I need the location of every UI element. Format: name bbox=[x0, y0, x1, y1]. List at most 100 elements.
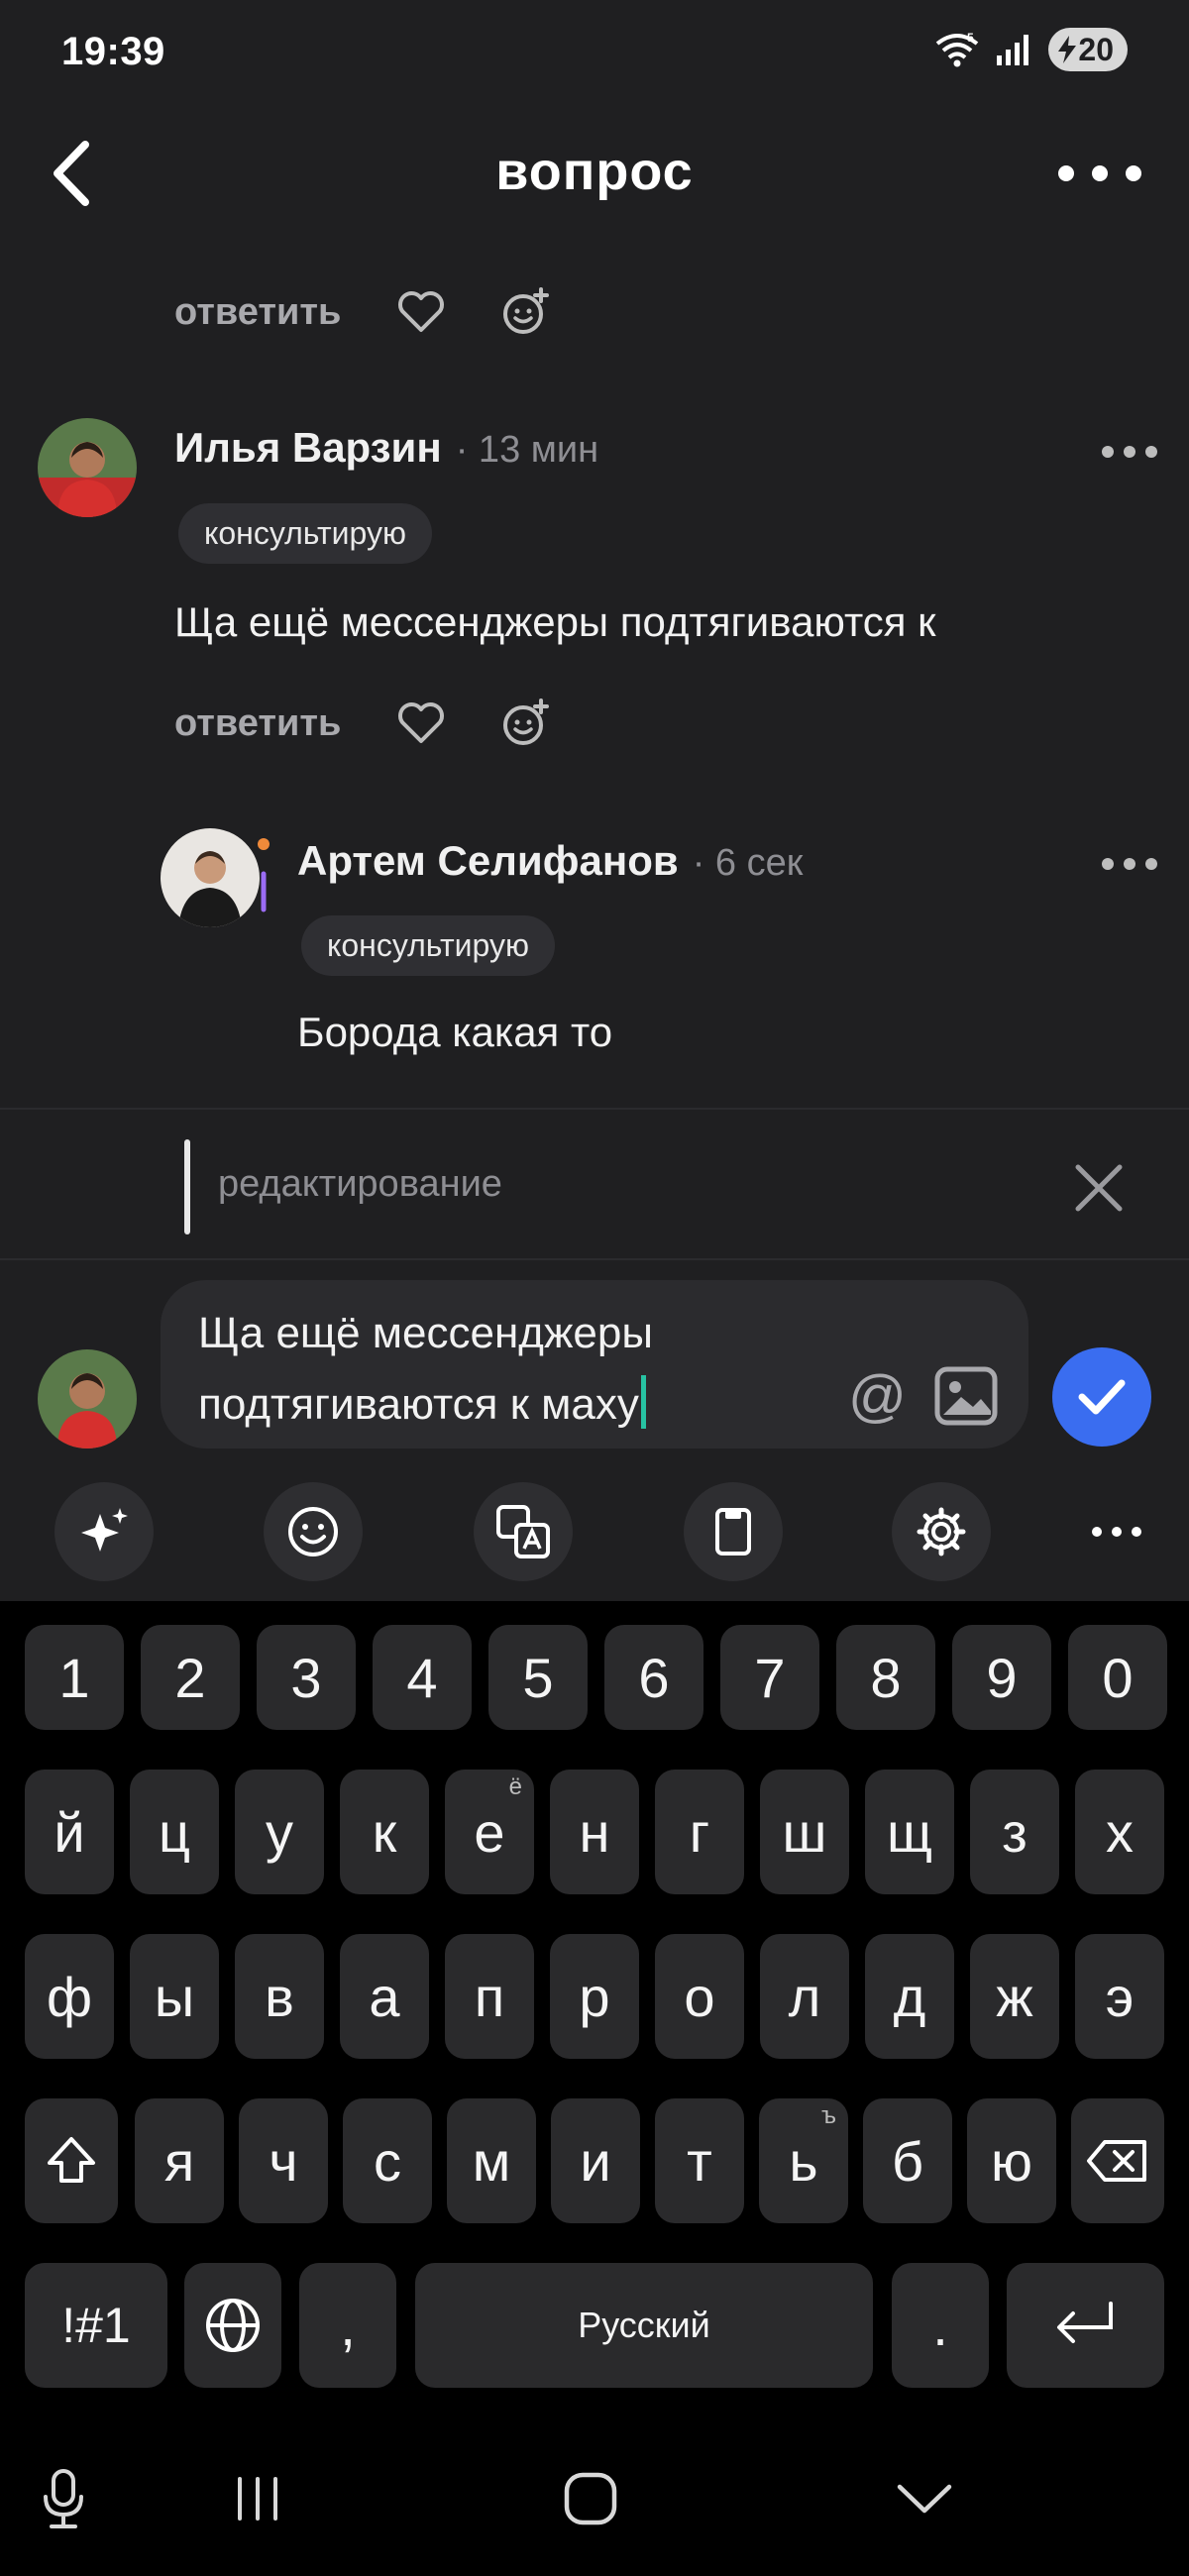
key-с[interactable]: с bbox=[343, 2098, 432, 2223]
language-key[interactable] bbox=[184, 2263, 281, 2388]
key-в[interactable]: в bbox=[235, 1934, 324, 2059]
reply-link[interactable]: ответить bbox=[174, 702, 341, 745]
username[interactable]: Илья Варзин bbox=[174, 424, 442, 472]
ai-sparkle-button[interactable] bbox=[54, 1482, 154, 1581]
key-ы[interactable]: ы bbox=[130, 1934, 219, 2059]
clipboard-button[interactable] bbox=[684, 1482, 783, 1581]
key-г[interactable]: г bbox=[655, 1770, 744, 1894]
key-х[interactable]: х bbox=[1075, 1770, 1164, 1894]
key-ч[interactable]: ч bbox=[239, 2098, 328, 2223]
key-3[interactable]: 3 bbox=[257, 1625, 356, 1730]
key-ь[interactable]: ь ъ bbox=[759, 2098, 848, 2223]
space-key[interactable]: Русский bbox=[415, 2263, 873, 2388]
add-reaction-icon[interactable] bbox=[501, 287, 551, 337]
key-5[interactable]: 5 bbox=[488, 1625, 588, 1730]
key-6[interactable]: 6 bbox=[604, 1625, 703, 1730]
key-ц[interactable]: ц bbox=[130, 1770, 219, 1894]
backspace-key[interactable] bbox=[1071, 2098, 1164, 2223]
comment-more-icon[interactable] bbox=[1100, 854, 1159, 874]
svg-text:5: 5 bbox=[967, 32, 974, 45]
enter-key[interactable] bbox=[1007, 2263, 1164, 2388]
emoji-button[interactable] bbox=[264, 1482, 363, 1581]
key-ь-hint: ъ bbox=[821, 2102, 836, 2129]
heart-icon[interactable] bbox=[396, 290, 446, 334]
user-photo bbox=[161, 828, 260, 927]
shift-icon bbox=[48, 2137, 95, 2183]
text-caret bbox=[640, 1375, 646, 1429]
key-п[interactable]: п bbox=[445, 1934, 534, 2059]
mention-icon[interactable]: @ bbox=[848, 1363, 907, 1430]
avatar[interactable] bbox=[161, 828, 260, 927]
enter-icon bbox=[1056, 2302, 1113, 2343]
key-б[interactable]: б bbox=[863, 2098, 952, 2223]
edit-panel bbox=[0, 1108, 1189, 1260]
key-ф[interactable]: ф bbox=[25, 1934, 114, 2059]
reply-link[interactable]: ответить bbox=[174, 291, 341, 334]
clipboard-icon bbox=[715, 1508, 751, 1556]
key-д[interactable]: д bbox=[865, 1934, 954, 2059]
home-icon[interactable] bbox=[563, 2471, 618, 2526]
key-а[interactable]: а bbox=[340, 1934, 429, 2059]
backspace-icon bbox=[1087, 2140, 1146, 2182]
key-1[interactable]: 1 bbox=[25, 1625, 124, 1730]
signal-icon bbox=[997, 35, 1029, 65]
comment-actions: ответить bbox=[174, 287, 551, 337]
key-и[interactable]: и bbox=[551, 2098, 640, 2223]
role-badge: консультирую bbox=[301, 915, 555, 976]
more-icon[interactable] bbox=[1090, 1522, 1143, 1542]
comma-key[interactable]: , bbox=[299, 2263, 396, 2388]
more-options-icon[interactable] bbox=[1050, 149, 1149, 198]
key-4[interactable]: 4 bbox=[373, 1625, 472, 1730]
translate-icon bbox=[496, 1505, 550, 1558]
key-7[interactable]: 7 bbox=[720, 1625, 819, 1730]
story-ring-icon bbox=[258, 838, 270, 912]
page-title: вопрос bbox=[495, 142, 694, 201]
image-attach-icon[interactable] bbox=[933, 1365, 999, 1427]
key-щ[interactable]: щ bbox=[865, 1770, 954, 1894]
key-м[interactable]: м bbox=[447, 2098, 536, 2223]
recent-apps-icon[interactable] bbox=[232, 2473, 283, 2524]
status-icons: 5 20 bbox=[933, 28, 1128, 71]
key-ж[interactable]: ж bbox=[970, 1934, 1059, 2059]
comment-header: Артем Селифанов · 6 сек bbox=[297, 837, 803, 885]
comment-header: Илья Варзин · 13 мин bbox=[174, 424, 598, 472]
comment-text: Борода какая то bbox=[297, 1009, 613, 1055]
key-р[interactable]: р bbox=[550, 1934, 639, 2059]
submit-button[interactable] bbox=[1052, 1347, 1151, 1447]
comment-input-text[interactable]: Ща ещё мессенджеры подтягиваются к маху bbox=[198, 1298, 832, 1441]
username[interactable]: Артем Селифанов bbox=[297, 837, 679, 885]
key-з[interactable]: з bbox=[970, 1770, 1059, 1894]
key-ш[interactable]: ш bbox=[760, 1770, 849, 1894]
key-й[interactable]: й bbox=[25, 1770, 114, 1894]
key-т[interactable]: т bbox=[655, 2098, 744, 2223]
heart-icon[interactable] bbox=[396, 701, 446, 745]
key-2[interactable]: 2 bbox=[141, 1625, 240, 1730]
status-time: 19:39 bbox=[61, 30, 165, 73]
key-л[interactable]: л bbox=[760, 1934, 849, 2059]
gear-icon bbox=[917, 1507, 966, 1556]
key-н[interactable]: н bbox=[550, 1770, 639, 1894]
period-key[interactable]: . bbox=[892, 2263, 989, 2388]
symbols-key[interactable]: !#1 bbox=[25, 2263, 167, 2388]
key-э[interactable]: э bbox=[1075, 1934, 1164, 2059]
key-к[interactable]: к bbox=[340, 1770, 429, 1894]
key-о[interactable]: о bbox=[655, 1934, 744, 2059]
comment-more-icon[interactable] bbox=[1100, 442, 1159, 462]
key-е[interactable]: е ё bbox=[445, 1770, 534, 1894]
shift-key[interactable] bbox=[25, 2098, 118, 2223]
key-8[interactable]: 8 bbox=[836, 1625, 935, 1730]
translate-button[interactable] bbox=[474, 1482, 573, 1581]
chevron-down-icon[interactable] bbox=[896, 2479, 953, 2519]
microphone-icon[interactable] bbox=[40, 2467, 87, 2532]
keyboard-toolbar bbox=[0, 1476, 1189, 1601]
close-icon[interactable] bbox=[1070, 1159, 1128, 1217]
key-я[interactable]: я bbox=[135, 2098, 224, 2223]
key-ю[interactable]: ю bbox=[967, 2098, 1056, 2223]
settings-button[interactable] bbox=[892, 1482, 991, 1581]
key-0[interactable]: 0 bbox=[1068, 1625, 1167, 1730]
key-9[interactable]: 9 bbox=[952, 1625, 1051, 1730]
edit-indicator bbox=[184, 1139, 190, 1234]
key-у[interactable]: у bbox=[235, 1770, 324, 1894]
avatar[interactable] bbox=[38, 418, 137, 517]
add-reaction-icon[interactable] bbox=[501, 698, 551, 748]
